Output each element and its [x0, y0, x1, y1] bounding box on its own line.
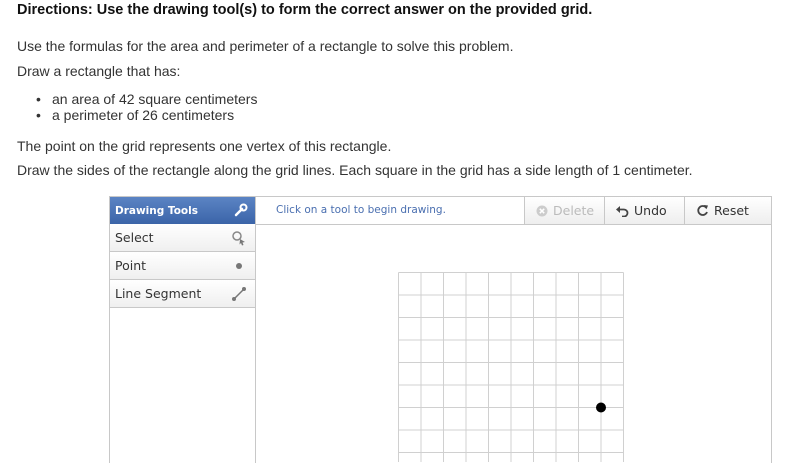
- toolbar-hint: Click on a tool to begin drawing.: [276, 204, 446, 216]
- delete-icon: [536, 205, 548, 216]
- tool-line-segment[interactable]: Line Segment: [110, 280, 255, 308]
- vertex-point[interactable]: [596, 402, 606, 413]
- grid-canvas[interactable]: [398, 272, 624, 467]
- wrench-icon: [234, 203, 248, 220]
- list-item: a perimeter of 26 centimeters: [36, 107, 257, 123]
- delete-label: Delete: [553, 203, 595, 218]
- directions-text: Directions: Use the drawing tool(s) to f…: [17, 2, 593, 18]
- select-pointer-icon: [231, 230, 247, 249]
- tools-panel: Drawing Tools Select Point Line Segment: [110, 197, 256, 463]
- undo-button[interactable]: Undo: [604, 197, 684, 224]
- tool-point[interactable]: Point: [110, 252, 255, 280]
- reset-icon: [697, 205, 708, 216]
- formulas-text: Use the formulas for the area and perime…: [17, 38, 514, 54]
- reset-label: Reset: [714, 203, 749, 218]
- undo-label: Undo: [634, 203, 667, 218]
- tool-point-label: Point: [115, 258, 147, 273]
- delete-button[interactable]: Delete: [524, 197, 604, 224]
- undo-icon: [616, 205, 629, 217]
- tools-header-label: Drawing Tools: [115, 204, 198, 217]
- tool-select-label: Select: [115, 230, 154, 245]
- vertex-text: The point on the grid represents one ver…: [17, 138, 392, 154]
- point-icon: [231, 258, 247, 277]
- draw-text: Draw a rectangle that has:: [17, 63, 181, 79]
- sides-text: Draw the sides of the rectangle along th…: [17, 162, 693, 178]
- drawing-grid[interactable]: [398, 272, 624, 467]
- tool-select[interactable]: Select: [110, 224, 255, 252]
- reset-button[interactable]: Reset: [684, 197, 771, 224]
- tool-line-segment-label: Line Segment: [115, 286, 202, 301]
- tools-header[interactable]: Drawing Tools: [110, 197, 255, 224]
- list-item: an area of 42 square centimeters: [36, 91, 257, 107]
- requirements-list: an area of 42 square centimeters a perim…: [36, 91, 257, 123]
- line-segment-icon: [231, 286, 247, 305]
- toolbar: Click on a tool to begin drawing. Delete…: [256, 197, 771, 225]
